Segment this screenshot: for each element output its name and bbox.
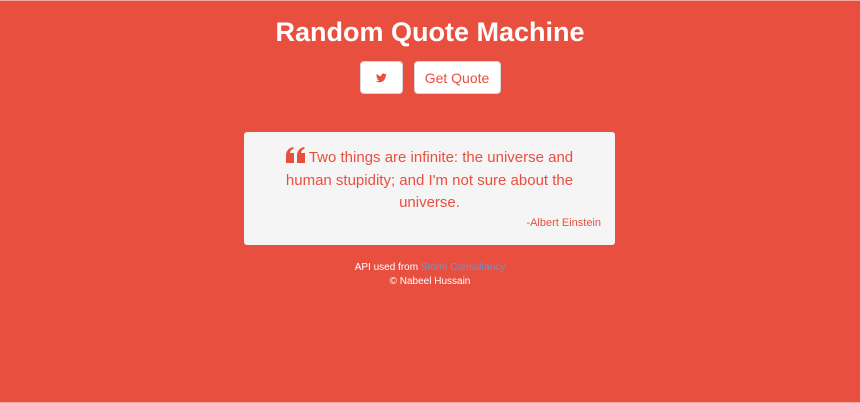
get-quote-button[interactable]: Get Quote [413, 61, 501, 94]
quote-text: Two things are infinite: the universe an… [285, 149, 574, 211]
quote-paragraph: Two things are infinite: the universe an… [262, 147, 597, 214]
api-credit-line: API used from Storm Consultancy [0, 261, 860, 275]
page-title: Random Quote Machine [275, 17, 585, 47]
author-credit: © Nabeel Hussain [389, 276, 471, 287]
get-quote-label: Get Quote [424, 69, 490, 86]
twitter-icon [375, 70, 387, 86]
quote-author: -Albert Einstein [526, 217, 601, 229]
api-source-link[interactable]: Storm Consultancy [421, 262, 505, 273]
page: Random Quote Machine Get Quote Two thing… [0, 0, 860, 403]
footer: API used from Storm Consultancy © Nabeel… [0, 261, 860, 289]
quote-card: Two things are infinite: the universe an… [244, 132, 615, 245]
button-row: Get Quote [0, 61, 860, 94]
tweet-button[interactable] [359, 61, 403, 94]
quote-left-icon [285, 147, 306, 170]
api-credit-prefix: API used from [354, 262, 421, 273]
